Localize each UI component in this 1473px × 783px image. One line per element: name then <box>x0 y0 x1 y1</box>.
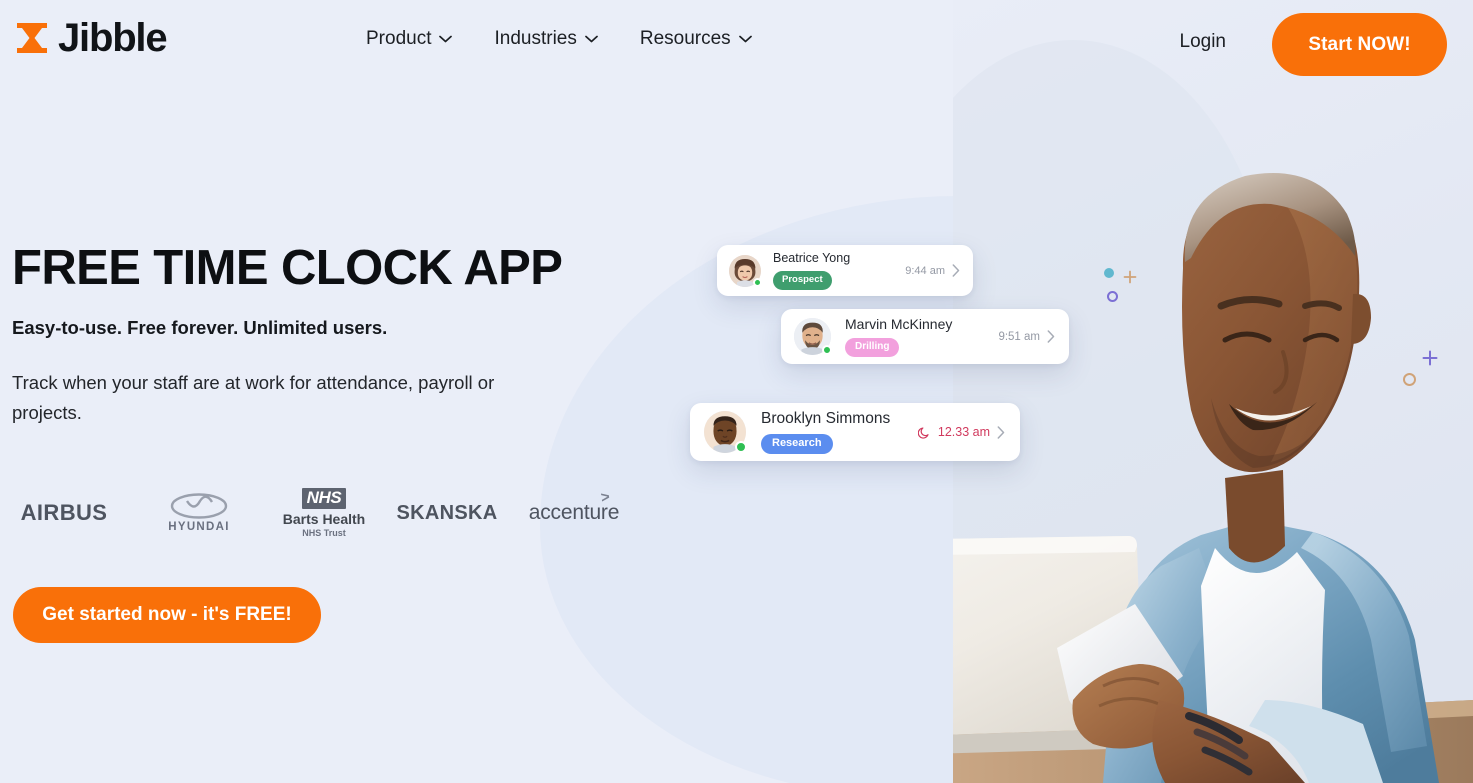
chevron-right-icon[interactable] <box>1047 330 1055 343</box>
online-status-dot <box>735 441 747 453</box>
status-badge: Drilling <box>845 337 900 357</box>
employee-card-beatrice-yong[interactable]: Beatrice Yong Prospect 9:44 am <box>717 245 973 296</box>
main-navigation: Product Industries Resources <box>366 28 752 50</box>
brand-logo-accenture: accenture > <box>514 487 634 539</box>
employee-card-marvin-mckinney[interactable]: Marvin McKinney Drilling 9:51 am <box>781 309 1069 364</box>
employee-name: Marvin McKinney <box>845 316 953 333</box>
decoration-plus-tan <box>1123 270 1137 284</box>
nhs-wordmark: NHS <box>301 488 347 509</box>
chevron-right-icon[interactable] <box>997 425 1005 439</box>
nhs-trust-name: Barts Health <box>282 510 366 527</box>
avatar <box>794 318 832 355</box>
chevron-down-icon <box>439 35 453 43</box>
brand-logo-nhs: NHS Barts Health NHS Trust <box>269 487 379 539</box>
clock-in-time: 9:51 am <box>998 330 1040 343</box>
online-status-dot <box>822 345 832 355</box>
employee-name: Brooklyn Simmons <box>761 409 891 427</box>
status-badge: Prospect <box>773 271 832 290</box>
airbus-wordmark: AIRBUS <box>20 500 108 525</box>
skanska-wordmark: SKANSKA <box>396 501 498 524</box>
hero-photo <box>953 0 1473 783</box>
card-body: Marvin McKinney Drilling <box>845 316 998 357</box>
accenture-arrow-icon: > <box>599 488 611 507</box>
hyundai-wordmark: HYUNDAI <box>168 521 230 533</box>
jibble-logo[interactable]: Jibble <box>12 16 168 60</box>
hero-content: FREE TIME CLOCK APP Easy-to-use. Free fo… <box>12 241 632 428</box>
brand-logo-skanska: SKANSKA <box>388 487 506 539</box>
card-body: Beatrice Yong Prospect <box>773 251 905 290</box>
nav-item-industries[interactable]: Industries <box>494 28 598 50</box>
get-started-button[interactable]: Get started now - it's FREE! <box>13 587 321 643</box>
brand-logo-hyundai: HYUNDAI <box>152 487 246 539</box>
nhs-trust-suffix: NHS Trust <box>302 527 346 538</box>
nav-label-industries: Industries <box>494 28 577 49</box>
card-body: Brooklyn Simmons Research <box>761 410 918 455</box>
chevron-down-icon <box>585 35 598 43</box>
accenture-wordmark: accenture > <box>529 488 620 525</box>
nav-item-product[interactable]: Product <box>366 28 453 50</box>
decoration-dot-teal <box>1104 268 1114 278</box>
card-meta: 9:51 am <box>998 330 1055 343</box>
brand-logo-airbus: AIRBUS <box>14 487 114 539</box>
customer-logos: AIRBUS HYUNDAI NHS Barts Health NHS Trus… <box>14 487 634 539</box>
avatar <box>729 254 762 287</box>
chevron-down-icon <box>738 35 752 43</box>
employee-card-brooklyn-simmons[interactable]: Brooklyn Simmons Research 12.33 am <box>690 403 1020 461</box>
moon-icon <box>917 426 929 439</box>
page-title: FREE TIME CLOCK APP <box>12 241 563 295</box>
nav-label-resources: Resources <box>639 28 731 49</box>
decoration-plus-purple <box>1422 350 1438 366</box>
start-now-button[interactable]: Start NOW! <box>1272 13 1447 76</box>
status-badge: Research <box>761 434 833 455</box>
decoration-ring-tan <box>1403 373 1416 386</box>
card-meta: 12.33 am <box>917 425 1005 439</box>
decoration-ring-purple <box>1107 291 1118 302</box>
hero-description: Track when your staff are at work for at… <box>12 371 495 423</box>
clock-in-time: 12.33 am <box>937 425 990 439</box>
hyundai-emblem-icon <box>170 493 228 519</box>
logo-text: Jibble <box>58 16 168 60</box>
hourglass-icon <box>17 23 47 53</box>
card-meta: 9:44 am <box>905 264 960 277</box>
online-status-dot <box>753 277 762 287</box>
avatar <box>704 411 747 453</box>
employee-name: Beatrice Yong <box>773 251 851 266</box>
chevron-right-icon[interactable] <box>952 264 960 277</box>
nav-item-resources[interactable]: Resources <box>640 28 752 50</box>
site-header: Jibble Product Industries Resources Logi… <box>0 0 1473 88</box>
login-link[interactable]: Login <box>1180 31 1227 53</box>
hero-subheadline: Easy-to-use. Free forever. Unlimited use… <box>12 316 388 338</box>
nav-label-product: Product <box>366 28 432 49</box>
clock-in-time: 9:44 am <box>905 264 945 277</box>
